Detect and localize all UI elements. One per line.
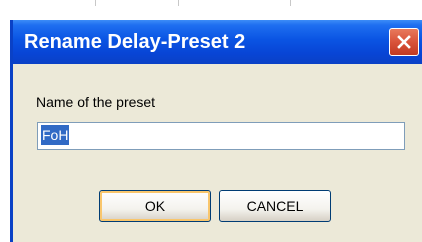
- background-divider: [178, 0, 179, 6]
- preset-name-input[interactable]: FoH: [37, 122, 405, 150]
- preset-name-label: Name of the preset: [36, 94, 156, 110]
- background-divider: [290, 0, 291, 6]
- dialog-titlebar[interactable]: Rename Delay-Preset 2: [13, 20, 422, 64]
- rename-preset-dialog: Rename Delay-Preset 2 Name of the preset…: [10, 20, 422, 242]
- ok-button[interactable]: OK: [99, 190, 211, 222]
- cancel-button[interactable]: CANCEL: [219, 190, 331, 222]
- preset-name-value: FoH: [41, 125, 70, 145]
- close-button[interactable]: [389, 28, 419, 56]
- background-divider: [95, 0, 96, 6]
- close-icon: [396, 34, 412, 50]
- dialog-title: Rename Delay-Preset 2: [24, 31, 246, 53]
- background-window-strip: [0, 0, 422, 20]
